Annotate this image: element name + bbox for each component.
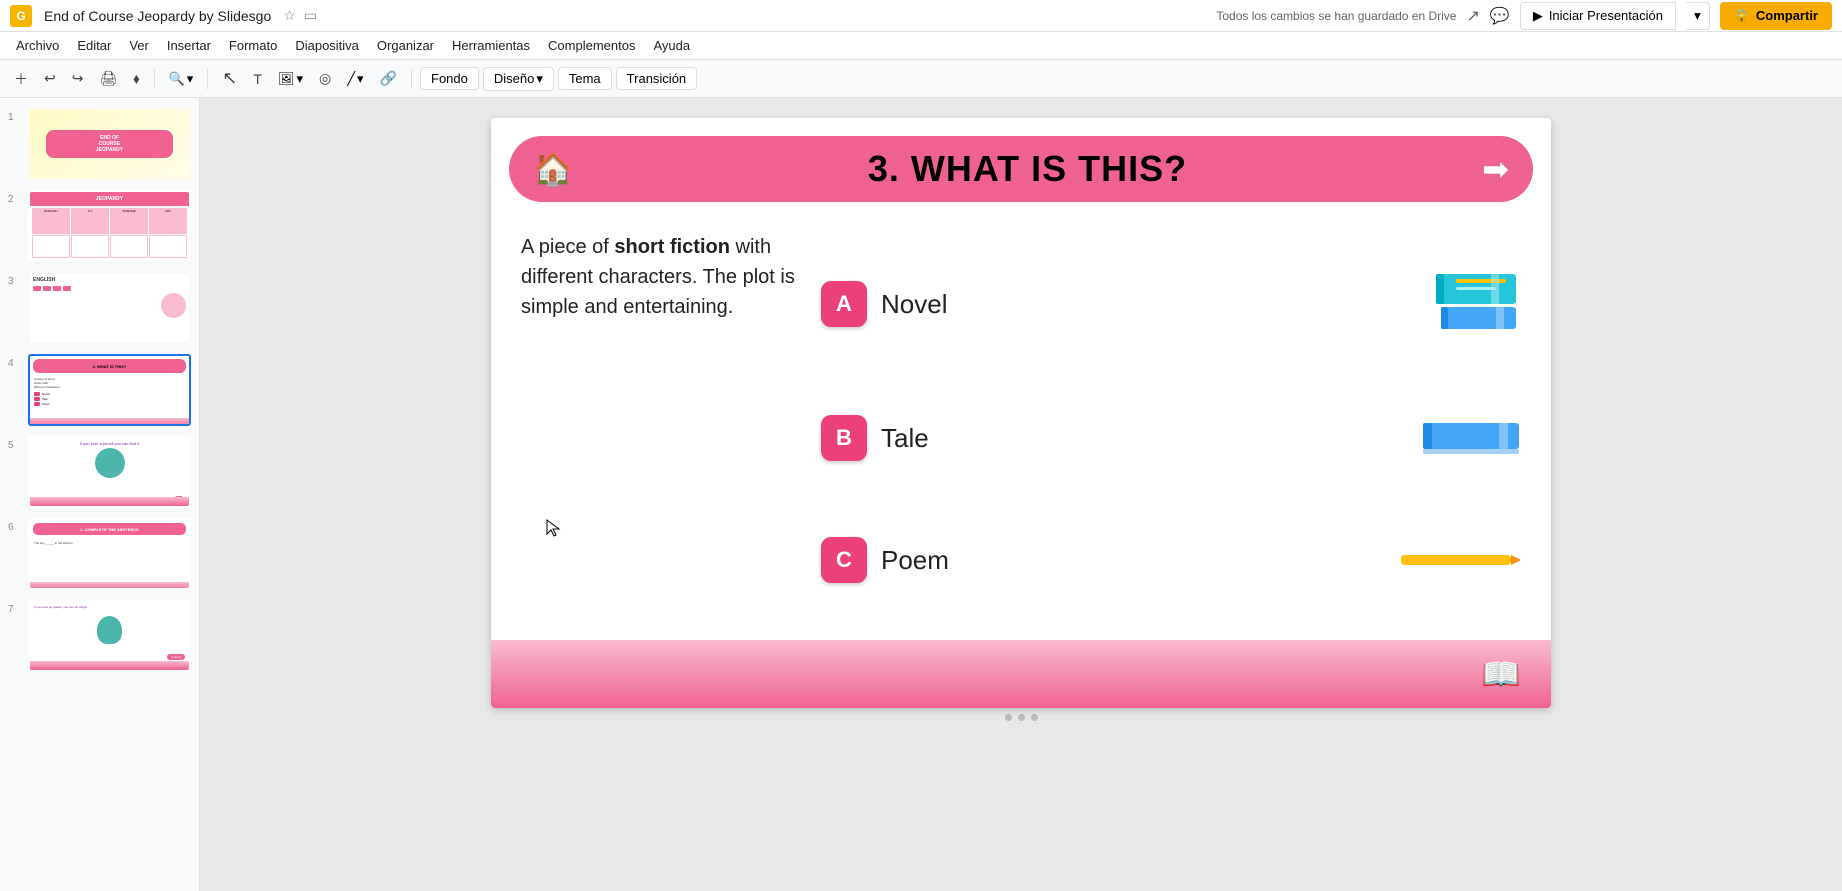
app-icon: G (10, 5, 32, 27)
zoom-dropdown[interactable]: 🔍▾ (163, 68, 200, 90)
menu-formato[interactable]: Formato (221, 35, 285, 56)
slide-thumb-4[interactable]: 4 3. WHAT IS THIS? A piece of shortficti… (6, 352, 193, 428)
transicion-label[interactable]: Transición (616, 67, 697, 90)
top-right-actions: Todos los cambios se han guardado en Dri… (1216, 2, 1832, 30)
link-tool[interactable]: 🔗 (374, 66, 403, 91)
next-arrow-icon: ➡ (1482, 150, 1509, 188)
dot-1 (1005, 714, 1012, 721)
slide-thumb-1[interactable]: 1 END OFCOURSEJEOPARDY (6, 106, 193, 182)
present-dropdown-button[interactable]: ▾ (1686, 2, 1710, 30)
star-icon[interactable]: ☆ (283, 7, 296, 24)
slide-thumb-5[interactable]: 5 If you ever a pencil you can find it (6, 434, 193, 510)
doc-title: End of Course Jeopardy by Slidesgo (44, 8, 271, 24)
trend-icon[interactable]: ↗ (1466, 6, 1479, 26)
menu-organizar[interactable]: Organizar (369, 35, 442, 56)
slide-preview-3[interactable]: ENGLISH (28, 272, 191, 344)
main: 1 END OFCOURSEJEOPARDY 2 JEOPA (0, 98, 1842, 891)
folder-icon[interactable]: ▭ (304, 7, 317, 24)
toolbar: ＋ ↩ ↪ 🖨 ⬧ 🔍▾ ↖ T 🖼▾ ◎ ╱▾ 🔗 Fondo Diseño▾… (0, 60, 1842, 98)
thumb4-footer (30, 418, 189, 424)
dot-3 (1031, 714, 1038, 721)
fondo-label[interactable]: Fondo (420, 67, 479, 90)
slide-header: 🏠 3. WHAT IS THIS? ➡ (509, 136, 1533, 202)
redo-button[interactable]: ↪ (66, 66, 90, 91)
slide-answers: A Novel (821, 222, 1521, 630)
slide-question: A piece of short fiction with different … (521, 222, 801, 630)
present-button[interactable]: ▶ Iniciar Presentación (1520, 2, 1676, 30)
toolbar-sep-2 (207, 69, 208, 89)
paintformat-button[interactable]: ⬧ (127, 66, 145, 91)
answer-badge-b: B (821, 415, 867, 461)
open-book-icon: 📖 (1481, 655, 1521, 693)
book-b-image (1421, 413, 1521, 463)
book-a-image (1431, 269, 1521, 339)
book-blue-svg (1421, 413, 1521, 463)
toolbar-sep-3 (411, 69, 412, 89)
undo-button[interactable]: ↩ (38, 66, 62, 91)
cursor-tool[interactable]: ↖ (216, 64, 243, 93)
menubar: Archivo Editar Ver Insertar Formato Diap… (0, 32, 1842, 60)
topbar: G End of Course Jeopardy by Slidesgo ☆ ▭… (0, 0, 1842, 32)
thumb7-footer (30, 661, 189, 670)
answer-row-c: C Poem (821, 537, 1521, 583)
slide-preview-6[interactable]: 1. COMPLETE THE SENTENCE The boy _____ i… (28, 518, 191, 590)
autosave-text: Todos los cambios se han guardado en Dri… (1216, 9, 1456, 23)
answer-text-c: Poem (881, 545, 949, 576)
slide-thumb-2[interactable]: 2 JEOPARDY ENGLISH LIT SCIENCE ART (6, 188, 193, 264)
menu-editar[interactable]: Editar (69, 35, 119, 56)
slide-footer: 📖 (491, 640, 1551, 708)
slide-thumb-3[interactable]: 3 ENGLISH (6, 270, 193, 346)
share-button[interactable]: 🔒 Compartir (1720, 2, 1832, 30)
slide-body: A piece of short fiction with different … (491, 212, 1551, 640)
menu-complementos[interactable]: Complementos (540, 35, 643, 56)
slide-preview-1[interactable]: END OFCOURSEJEOPARDY (28, 108, 191, 180)
slide-thumb-7[interactable]: 7 If you ever go places, you can do thin… (6, 598, 193, 674)
book-teal-svg (1431, 269, 1521, 339)
textbox-tool[interactable]: T (247, 67, 268, 91)
menu-ayuda[interactable]: Ayuda (645, 35, 698, 56)
home-icon: 🏠 (533, 150, 573, 188)
slide-preview-2[interactable]: JEOPARDY ENGLISH LIT SCIENCE ART (28, 190, 191, 262)
comment-icon[interactable]: 💬 (1490, 6, 1510, 26)
book-c-image (1401, 551, 1521, 569)
answer-badge-a: A (821, 281, 867, 327)
answer-badge-c: C (821, 537, 867, 583)
slide-preview-5[interactable]: If you ever a pencil you can find it (28, 436, 191, 508)
dot-2 (1018, 714, 1025, 721)
menu-archivo[interactable]: Archivo (8, 35, 67, 56)
toolbar-sep-1 (154, 69, 155, 89)
line-tool[interactable]: ╱▾ (341, 68, 369, 90)
slide-preview-7[interactable]: If you ever go places, you can do things… (28, 600, 191, 672)
slide-title: 3. WHAT IS THIS? (868, 148, 1187, 190)
diseno-dropdown[interactable]: Diseño▾ (483, 67, 554, 91)
tema-label[interactable]: Tema (558, 67, 612, 90)
answer-row-b: B Tale (821, 413, 1521, 463)
image-tool[interactable]: 🖼▾ (272, 68, 309, 90)
menu-diapositiva[interactable]: Diapositiva (287, 35, 367, 56)
print-button[interactable]: 🖨 (93, 66, 123, 91)
menu-insertar[interactable]: Insertar (159, 35, 219, 56)
answer-row-a: A Novel (821, 269, 1521, 339)
slide-canvas: 🏠 3. WHAT IS THIS? ➡ A piece of short fi… (491, 118, 1551, 708)
shape-tool[interactable]: ◎ (313, 66, 337, 91)
menu-herramientas[interactable]: Herramientas (444, 35, 538, 56)
answer-text-a: Novel (881, 289, 947, 320)
canvas-area[interactable]: 🏠 3. WHAT IS THIS? ➡ A piece of short fi… (200, 98, 1842, 891)
slide-panel: 1 END OFCOURSEJEOPARDY 2 JEOPA (0, 98, 200, 891)
add-slide-button[interactable]: ＋ (8, 65, 34, 93)
slide-thumb-6[interactable]: 6 1. COMPLETE THE SENTENCE The boy _____… (6, 516, 193, 592)
pencil-svg (1401, 551, 1521, 569)
slide-dots (1005, 708, 1038, 727)
thumb5-footer (30, 497, 189, 506)
menu-ver[interactable]: Ver (121, 35, 157, 56)
slide-preview-4[interactable]: 3. WHAT IS THIS? A piece of shortfiction… (28, 354, 191, 426)
answer-text-b: Tale (881, 423, 929, 454)
thumb6-footer (30, 582, 189, 588)
